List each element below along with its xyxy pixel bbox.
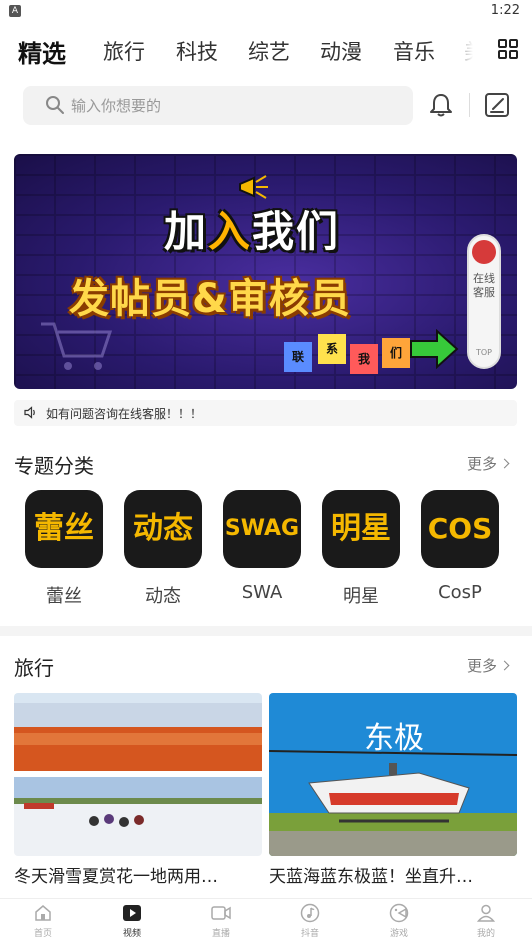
home-icon	[35, 905, 51, 921]
category-item-swag[interactable]: SWAG SWA	[222, 490, 302, 610]
promo-banner[interactable]: 加入我们 发帖员&审核员 联 系 我 们 在线客服 TOP	[14, 154, 517, 389]
category-item-cosplay[interactable]: COS CosP	[420, 490, 500, 610]
search-input[interactable]: 输入你想要的	[23, 86, 413, 125]
banner-headline-part: 我们	[252, 207, 341, 256]
nav-profile[interactable]: 我的	[456, 903, 516, 943]
chevron-right-icon	[499, 660, 510, 671]
search-icon	[46, 96, 64, 114]
tab-fade	[445, 28, 485, 76]
section-divider	[0, 626, 532, 636]
music-note-icon	[300, 903, 320, 923]
tab-music[interactable]: 音乐	[393, 36, 435, 66]
video-title: 冬天滑雪夏赏花一地两用…	[14, 867, 218, 887]
nav-games[interactable]: 游戏	[369, 903, 429, 943]
tab-tech[interactable]: 科技	[176, 36, 218, 66]
category-label: SWA	[241, 582, 283, 603]
video-card[interactable]: 东极 天蓝海蓝东极蓝！坐直升…	[269, 693, 517, 893]
nav-label: 首页	[33, 929, 52, 939]
camera-icon	[211, 906, 231, 920]
arrow-decoration	[410, 329, 459, 369]
tab-featured[interactable]: 精选	[18, 34, 66, 69]
category-item-lace[interactable]: 蕾丝 蕾丝	[24, 490, 104, 610]
edit-icon[interactable]	[483, 91, 511, 119]
nav-douyin[interactable]: 抖音	[280, 903, 340, 943]
travel-section-title: 旅行	[14, 656, 54, 680]
category-icon: COS	[421, 490, 499, 568]
category-icon: SWAG	[223, 490, 301, 568]
thumbnail-overlay-text: 东极	[364, 721, 424, 756]
video-card[interactable]: 冬天滑雪夏赏花一地两用…	[14, 693, 262, 893]
gamepad-icon	[389, 903, 409, 923]
tab-travel[interactable]: 旅行	[103, 36, 145, 66]
speaker-icon	[24, 406, 35, 419]
flower-snow-thumbnail	[14, 693, 262, 856]
banner-headline: 加入我们	[164, 198, 340, 259]
travel-more-link[interactable]: 更多	[467, 655, 510, 676]
video-thumbnail	[14, 693, 262, 856]
divider	[469, 93, 470, 117]
nav-label: 游戏	[389, 929, 408, 939]
service-label: 在线客服	[473, 272, 495, 299]
helicopter-thumbnail: 东极	[269, 693, 517, 856]
nav-label: 我的	[476, 929, 495, 939]
video-thumbnail: 东极	[269, 693, 517, 856]
back-to-top-label: TOP	[475, 348, 492, 357]
bell-icon[interactable]	[427, 91, 455, 119]
service-avatar	[472, 240, 496, 264]
app-badge-icon: A	[9, 5, 21, 17]
category-icon: 蕾丝	[25, 490, 103, 568]
categories-title: 专题分类	[14, 454, 94, 478]
category-icon: 动态	[124, 490, 202, 568]
category-label: 动态	[145, 586, 181, 607]
nav-label: 直播	[211, 929, 230, 939]
tab-anime[interactable]: 动漫	[320, 36, 362, 66]
play-icon	[123, 905, 141, 921]
search-placeholder: 输入你想要的	[71, 97, 162, 115]
nav-label: 视频	[122, 929, 141, 939]
more-label: 更多	[467, 455, 498, 473]
tab-variety[interactable]: 综艺	[248, 36, 290, 66]
status-time: 1:22	[490, 3, 520, 18]
banner-subheadline: 发帖员&审核员	[69, 276, 351, 322]
video-title: 天蓝海蓝东极蓝！坐直升…	[269, 867, 473, 887]
bottom-navigation: 首页 视频 直播 抖音 游戏 我的	[0, 898, 532, 945]
banner-tag: 们	[382, 338, 410, 368]
category-label: 蕾丝	[46, 586, 82, 607]
banner-tag: 我	[350, 344, 378, 374]
category-icon: 明星	[322, 490, 400, 568]
nav-label: 抖音	[300, 929, 319, 939]
banner-headline-part: 加	[164, 207, 209, 256]
status-bar: A 1:22	[0, 0, 532, 24]
banner-tag: 系	[318, 334, 346, 364]
banner-headline-accent: 入	[208, 207, 253, 256]
banner-tag: 联	[284, 342, 312, 372]
nav-home[interactable]: 首页	[13, 903, 73, 943]
notice-bar[interactable]: 如有问题咨询在线客服！！！	[14, 400, 517, 426]
chevron-right-icon	[499, 458, 510, 469]
grid-menu-icon[interactable]	[497, 38, 519, 60]
more-label: 更多	[467, 657, 498, 675]
category-item-dynamic[interactable]: 动态 动态	[123, 490, 203, 610]
category-item-stars[interactable]: 明星 明星	[321, 490, 401, 610]
nav-live[interactable]: 直播	[191, 903, 251, 943]
notice-text: 如有问题咨询在线客服！！！	[46, 407, 203, 421]
category-label: CosP	[438, 582, 482, 603]
user-icon	[476, 904, 496, 922]
nav-video[interactable]: 视频	[102, 903, 162, 943]
online-service-button[interactable]: 在线客服 TOP	[467, 234, 501, 369]
category-label: 明星	[343, 586, 379, 607]
categories-more-link[interactable]: 更多	[467, 453, 510, 474]
category-tab-bar: 精选 旅行 科技 综艺 动漫 音乐 美	[0, 28, 532, 76]
